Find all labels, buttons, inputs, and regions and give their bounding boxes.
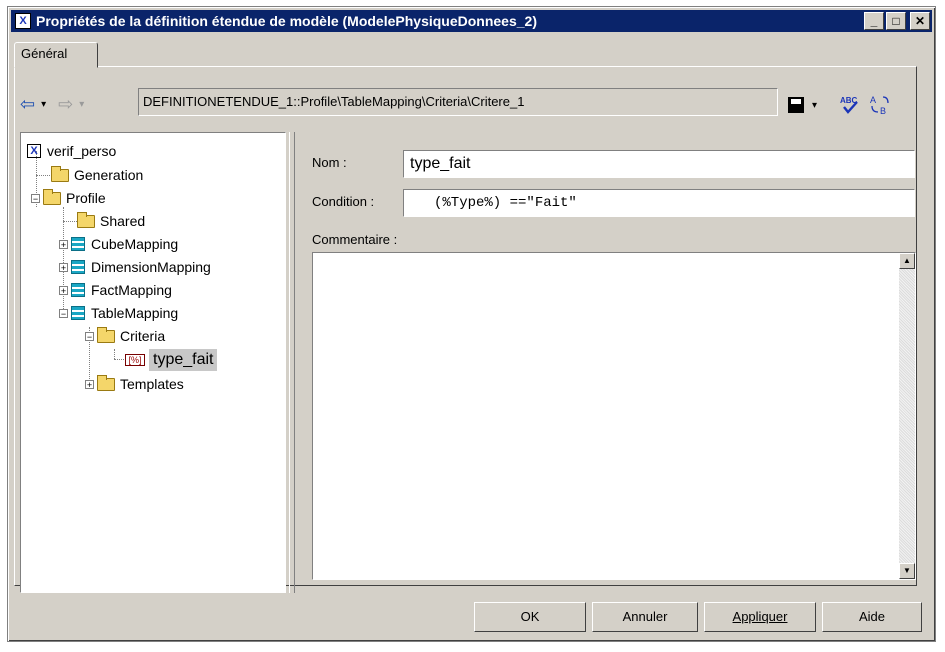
tree-item-label: Shared [100,213,146,229]
collapse-icon[interactable]: − [85,331,94,341]
nom-label: Nom : [312,155,347,170]
collapse-icon[interactable]: − [59,308,68,318]
tree-item-label: Templates [120,376,184,392]
tree-line [114,349,115,359]
tree-item-shared[interactable]: Shared [77,211,145,231]
close-button[interactable]: ✕ [910,12,930,30]
collapse-icon[interactable]: − [31,193,40,203]
tree-item-label: Generation [74,167,144,183]
nom-input[interactable]: type_fait [403,150,915,178]
expand-icon[interactable]: + [59,239,68,249]
tree-view[interactable]: X verif_perso Generation − Profile Share… [20,132,286,593]
tree-item-label: Criteria [120,328,166,344]
tree-item-dimensionmapping[interactable]: + DimensionMapping [59,257,211,277]
object-path-field: DEFINITIONETENDUE_1::Profile\TableMappin… [138,88,778,116]
tree-item-label: CubeMapping [91,236,179,252]
stereotype-icon [71,237,85,251]
aide-button[interactable]: Aide [822,602,922,632]
folder-icon [51,165,69,182]
tree-item-tablemapping[interactable]: − TableMapping [59,303,178,323]
tree-item-label: Profile [66,190,106,206]
ok-button[interactable]: OK [474,602,586,632]
tree-item-label-selected: type_fait [149,349,218,371]
tree-item-profile[interactable]: − Profile [31,188,106,208]
folder-icon [77,211,95,228]
scroll-up-icon[interactable]: ▲ [899,253,915,269]
extended-definition-icon: X [27,144,41,158]
save-icon[interactable] [788,97,804,113]
app-icon: X [15,13,31,29]
splitter[interactable] [289,132,295,593]
tab-general[interactable]: Général [14,42,98,68]
tree-line [63,221,77,222]
back-dropdown-icon[interactable]: ▾ [41,99,46,110]
tree-item-generation[interactable]: Generation [51,165,143,185]
navigation-toolbar: ⇦ ▾ ⇨ ▾ [20,94,84,115]
commentaire-textarea[interactable]: ▲ ▼ [312,252,916,580]
condition-code: (%Type%) =="Fait" [434,195,577,211]
tree-item-type-fait[interactable]: [%] type_fait [125,349,218,371]
tree-item-label: FactMapping [91,282,172,298]
tree-item-cubemapping[interactable]: + CubeMapping [59,234,178,254]
svg-text:A: A [870,95,876,105]
criterion-icon: [%] [125,354,145,366]
condition-input[interactable]: (%Type%) =="Fait" [403,189,915,217]
forward-dropdown-icon[interactable]: ▾ [79,99,84,110]
title-bar[interactable]: X Propriétés de la définition étendue de… [11,10,932,32]
stereotype-icon [71,283,85,297]
replace-icon[interactable]: A B [869,94,891,116]
condition-label: Condition : [312,194,375,209]
annuler-button[interactable]: Annuler [592,602,698,632]
appliquer-label: Appliquer [732,609,788,624]
forward-arrow-icon[interactable]: ⇨ [58,94,73,115]
window-title: Propriétés de la définition étendue de m… [36,13,537,29]
folder-icon [97,374,115,391]
stereotype-icon [71,260,85,274]
vertical-scrollbar[interactable]: ▲ ▼ [899,253,915,579]
folder-icon [97,326,115,343]
maximize-button[interactable]: □ [886,12,906,30]
spell-check-icon[interactable]: ABC [839,94,861,116]
tree-item-criteria[interactable]: − Criteria [85,326,165,346]
save-dropdown-icon[interactable]: ▾ [812,100,817,111]
expand-icon[interactable]: + [59,285,68,295]
scroll-down-icon[interactable]: ▼ [899,563,915,579]
appliquer-button[interactable]: Appliquer [704,602,816,632]
expand-icon[interactable]: + [85,379,94,389]
commentaire-label: Commentaire : [312,232,398,247]
tree-item-templates[interactable]: + Templates [85,374,184,394]
tree-item-label: TableMapping [91,305,179,321]
folder-icon [43,188,61,205]
back-arrow-icon[interactable]: ⇦ [20,94,35,115]
save-icon-label [791,99,801,104]
tree-item-label: DimensionMapping [91,259,211,275]
tree-line [36,175,50,176]
svg-text:B: B [880,106,886,116]
right-toolbar: ▾ ABC A B [788,94,891,116]
minimize-button[interactable]: _ [864,12,884,30]
expand-icon[interactable]: + [59,262,68,272]
tree-root-label: verif_perso [47,143,117,159]
tree-item-factmapping[interactable]: + FactMapping [59,280,172,300]
tree-root[interactable]: X verif_perso [27,141,116,161]
stereotype-icon [71,306,85,320]
